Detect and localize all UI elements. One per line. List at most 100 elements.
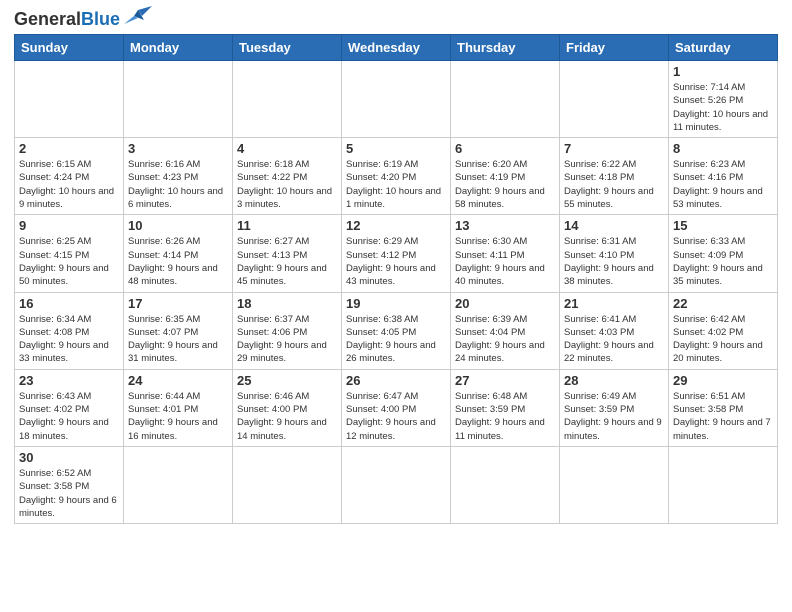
day-number: 6	[455, 141, 555, 156]
weekday-header-thursday: Thursday	[451, 35, 560, 61]
calendar-cell: 17Sunrise: 6:35 AM Sunset: 4:07 PM Dayli…	[124, 292, 233, 369]
day-info: Sunrise: 6:15 AM Sunset: 4:24 PM Dayligh…	[19, 158, 119, 211]
calendar-cell	[669, 446, 778, 523]
day-number: 1	[673, 64, 773, 79]
calendar-cell: 8Sunrise: 6:23 AM Sunset: 4:16 PM Daylig…	[669, 138, 778, 215]
day-number: 11	[237, 218, 337, 233]
day-number: 4	[237, 141, 337, 156]
day-info: Sunrise: 6:41 AM Sunset: 4:03 PM Dayligh…	[564, 313, 664, 366]
day-info: Sunrise: 6:25 AM Sunset: 4:15 PM Dayligh…	[19, 235, 119, 288]
logo-text: GeneralBlue	[14, 10, 120, 28]
day-number: 12	[346, 218, 446, 233]
day-number: 16	[19, 296, 119, 311]
day-number: 21	[564, 296, 664, 311]
weekday-header-monday: Monday	[124, 35, 233, 61]
calendar-cell: 6 Sunrise: 6:20 AM Sunset: 4:19 PM Daylig…	[451, 138, 560, 215]
calendar-cell: 24Sunrise: 6:44 AM Sunset: 4:01 PM Dayli…	[124, 369, 233, 446]
calendar-cell	[15, 61, 124, 138]
day-info: Sunrise: 6:30 AM Sunset: 4:11 PM Dayligh…	[455, 235, 555, 288]
calendar-cell	[560, 61, 669, 138]
day-info: Sunrise: 6:31 AM Sunset: 4:10 PM Dayligh…	[564, 235, 664, 288]
calendar-cell: 3 Sunrise: 6:16 AM Sunset: 4:23 PM Daylig…	[124, 138, 233, 215]
day-number: 27	[455, 373, 555, 388]
day-number: 26	[346, 373, 446, 388]
day-number: 8	[673, 141, 773, 156]
day-info: Sunrise: 6:46 AM Sunset: 4:00 PM Dayligh…	[237, 390, 337, 443]
day-number: 9	[19, 218, 119, 233]
calendar-cell: 1Sunrise: 7:14 AM Sunset: 5:26 PM Daylig…	[669, 61, 778, 138]
calendar-cell	[560, 446, 669, 523]
calendar-cell	[342, 61, 451, 138]
calendar-cell: 16 Sunrise: 6:34 AM Sunset: 4:08 PM Dayli…	[15, 292, 124, 369]
day-info: Sunrise: 6:47 AM Sunset: 4:00 PM Dayligh…	[346, 390, 446, 443]
day-number: 2	[19, 141, 119, 156]
calendar-cell: 18Sunrise: 6:37 AM Sunset: 4:06 PM Dayli…	[233, 292, 342, 369]
weekday-header-sunday: Sunday	[15, 35, 124, 61]
calendar-cell: 14 Sunrise: 6:31 AM Sunset: 4:10 PM Dayli…	[560, 215, 669, 292]
day-number: 22	[673, 296, 773, 311]
day-info: Sunrise: 6:33 AM Sunset: 4:09 PM Dayligh…	[673, 235, 773, 288]
day-info: Sunrise: 6:16 AM Sunset: 4:23 PM Dayligh…	[128, 158, 228, 211]
day-info: Sunrise: 6:52 AM Sunset: 3:58 PM Dayligh…	[19, 467, 119, 520]
day-info: Sunrise: 6:19 AM Sunset: 4:20 PM Dayligh…	[346, 158, 446, 211]
calendar-cell: 5 Sunrise: 6:19 AM Sunset: 4:20 PM Daylig…	[342, 138, 451, 215]
day-info: Sunrise: 6:48 AM Sunset: 3:59 PM Dayligh…	[455, 390, 555, 443]
weekday-header-tuesday: Tuesday	[233, 35, 342, 61]
day-info: Sunrise: 6:38 AM Sunset: 4:05 PM Dayligh…	[346, 313, 446, 366]
day-info: Sunrise: 6:51 AM Sunset: 3:58 PM Dayligh…	[673, 390, 773, 443]
calendar-container: GeneralBlue SundayMondayTuesdayWednesday…	[0, 0, 792, 534]
weekday-header-friday: Friday	[560, 35, 669, 61]
day-info: Sunrise: 6:34 AM Sunset: 4:08 PM Dayligh…	[19, 313, 119, 366]
day-number: 24	[128, 373, 228, 388]
calendar-cell: 15 Sunrise: 6:33 AM Sunset: 4:09 PM Dayli…	[669, 215, 778, 292]
weekday-header-wednesday: Wednesday	[342, 35, 451, 61]
day-number: 19	[346, 296, 446, 311]
day-number: 7	[564, 141, 664, 156]
calendar-cell: 11 Sunrise: 6:27 AM Sunset: 4:13 PM Dayli…	[233, 215, 342, 292]
day-info: Sunrise: 6:37 AM Sunset: 4:06 PM Dayligh…	[237, 313, 337, 366]
calendar-cell	[342, 446, 451, 523]
day-number: 13	[455, 218, 555, 233]
logo-general: General	[14, 9, 81, 29]
day-number: 5	[346, 141, 446, 156]
day-info: Sunrise: 6:42 AM Sunset: 4:02 PM Dayligh…	[673, 313, 773, 366]
weekday-header-saturday: Saturday	[669, 35, 778, 61]
calendar-cell	[233, 61, 342, 138]
calendar-cell: 27 Sunrise: 6:48 AM Sunset: 3:59 PM Dayli…	[451, 369, 560, 446]
calendar-cell: 4 Sunrise: 6:18 AM Sunset: 4:22 PM Daylig…	[233, 138, 342, 215]
day-number: 3	[128, 141, 228, 156]
calendar-cell: 26 Sunrise: 6:47 AM Sunset: 4:00 PM Dayli…	[342, 369, 451, 446]
calendar-cell: 23 Sunrise: 6:43 AM Sunset: 4:02 PM Dayli…	[15, 369, 124, 446]
day-info: Sunrise: 6:27 AM Sunset: 4:13 PM Dayligh…	[237, 235, 337, 288]
day-number: 14	[564, 218, 664, 233]
calendar-cell: 28 Sunrise: 6:49 AM Sunset: 3:59 PM Dayli…	[560, 369, 669, 446]
day-info: Sunrise: 6:18 AM Sunset: 4:22 PM Dayligh…	[237, 158, 337, 211]
calendar-cell	[124, 446, 233, 523]
calendar-cell: 25Sunrise: 6:46 AM Sunset: 4:00 PM Dayli…	[233, 369, 342, 446]
logo: GeneralBlue	[14, 10, 152, 28]
header-area: GeneralBlue	[14, 10, 778, 28]
day-number: 23	[19, 373, 119, 388]
calendar-cell	[124, 61, 233, 138]
day-info: Sunrise: 6:20 AM Sunset: 4:19 PM Dayligh…	[455, 158, 555, 211]
day-info: Sunrise: 6:43 AM Sunset: 4:02 PM Dayligh…	[19, 390, 119, 443]
day-info: Sunrise: 6:49 AM Sunset: 3:59 PM Dayligh…	[564, 390, 664, 443]
calendar-cell: 30 Sunrise: 6:52 AM Sunset: 3:58 PM Dayli…	[15, 446, 124, 523]
calendar-cell: 13 Sunrise: 6:30 AM Sunset: 4:11 PM Dayli…	[451, 215, 560, 292]
day-info: Sunrise: 6:29 AM Sunset: 4:12 PM Dayligh…	[346, 235, 446, 288]
calendar-table: SundayMondayTuesdayWednesdayThursdayFrid…	[14, 34, 778, 524]
day-number: 29	[673, 373, 773, 388]
day-number: 17	[128, 296, 228, 311]
day-number: 28	[564, 373, 664, 388]
calendar-cell: 12 Sunrise: 6:29 AM Sunset: 4:12 PM Dayli…	[342, 215, 451, 292]
day-number: 15	[673, 218, 773, 233]
calendar-cell: 20Sunrise: 6:39 AM Sunset: 4:04 PM Dayli…	[451, 292, 560, 369]
day-number: 30	[19, 450, 119, 465]
day-info: Sunrise: 6:22 AM Sunset: 4:18 PM Dayligh…	[564, 158, 664, 211]
calendar-cell: 21 Sunrise: 6:41 AM Sunset: 4:03 PM Dayli…	[560, 292, 669, 369]
calendar-cell: 19 Sunrise: 6:38 AM Sunset: 4:05 PM Dayli…	[342, 292, 451, 369]
calendar-cell	[451, 61, 560, 138]
calendar-cell: 22 Sunrise: 6:42 AM Sunset: 4:02 PM Dayli…	[669, 292, 778, 369]
calendar-cell: 10Sunrise: 6:26 AM Sunset: 4:14 PM Dayli…	[124, 215, 233, 292]
day-info: Sunrise: 6:26 AM Sunset: 4:14 PM Dayligh…	[128, 235, 228, 288]
